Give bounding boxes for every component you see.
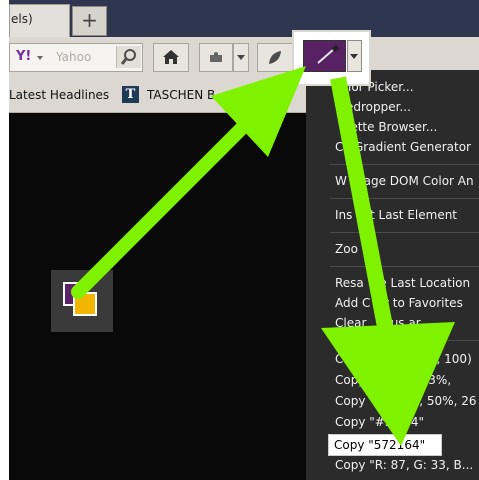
arrow-to-menu-head [321,322,455,446]
arrow-to-menu-shaft [330,76,394,334]
arrow-to-toolbar-shaft [71,105,265,299]
annotation-arrows [71,66,455,446]
